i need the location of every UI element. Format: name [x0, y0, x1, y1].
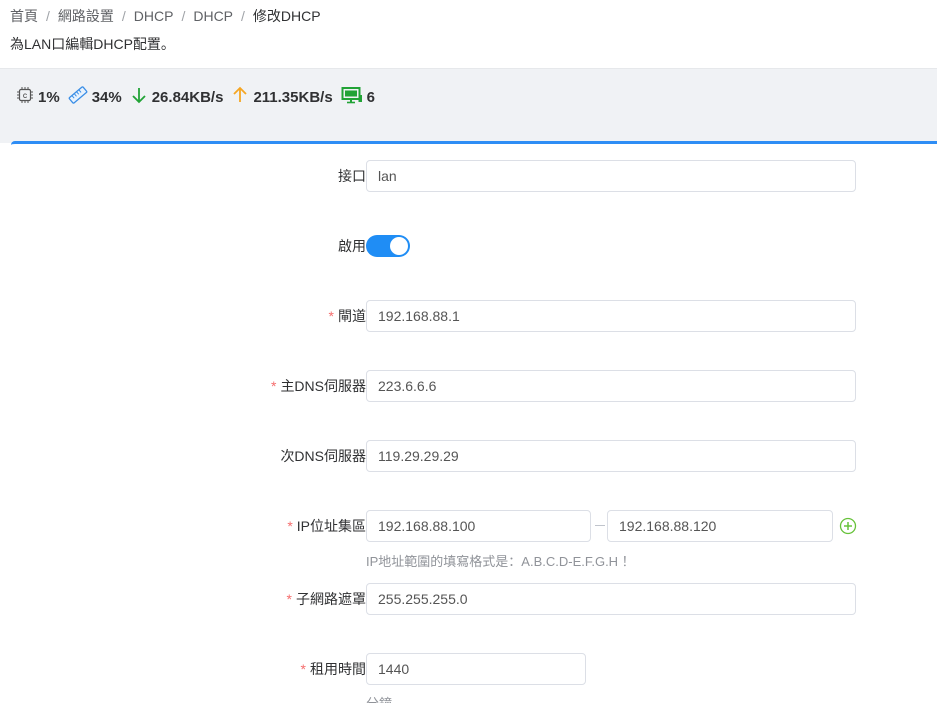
gateway-label: * 閘道 [328, 308, 366, 324]
subnet-mask-row: * 子網路遮罩 255.255.255.0 [11, 583, 937, 615]
arrow-down-icon [130, 86, 152, 108]
upload-stat: 211.35KB/s [231, 86, 333, 108]
devices-value: 6 [366, 88, 376, 106]
secondary-dns-label: 次DNS伺服器 [280, 448, 366, 464]
breadcrumb-separator: / [241, 8, 245, 24]
upload-value: 211.35KB/s [253, 88, 333, 106]
ip-pool-end-input[interactable]: 192.168.88.120 [607, 510, 833, 542]
ip-pool-row: * IP位址集區 192.168.88.100 192.168.88.120 IP… [11, 510, 937, 570]
page-description: 為LAN口編輯DHCP配置。 [10, 36, 175, 52]
enable-toggle[interactable] [366, 235, 410, 257]
gateway-row: * 閘道 192.168.88.1 [11, 300, 937, 332]
interface-label: 接口 [338, 168, 366, 184]
subnet-mask-label: * 子網路遮罩 [286, 591, 366, 607]
primary-dns-input[interactable]: 223.6.6.6 [366, 370, 856, 402]
breadcrumb-current: 修改DHCP [252, 8, 321, 24]
secondary-dns-input[interactable]: 119.29.29.29 [366, 440, 856, 472]
primary-dns-row: * 主DNS伺服器 223.6.6.6 [11, 370, 937, 402]
cpu-stat: C 1% [16, 86, 60, 108]
primary-dns-label: * 主DNS伺服器 [270, 378, 366, 394]
memory-stat: 34% [68, 85, 122, 109]
download-stat: 26.84KB/s [130, 86, 224, 108]
download-value: 26.84KB/s [151, 88, 224, 106]
breadcrumb-dhcp-list[interactable]: DHCP [193, 8, 233, 24]
breadcrumb: 首頁 / 網路設置 / DHCP / DHCP / 修改DHCP [10, 6, 321, 26]
ip-pool-label: * IP位址集區 [287, 518, 366, 534]
lease-time-input[interactable]: 1440 [366, 653, 586, 685]
breadcrumb-network-settings[interactable]: 網路設置 [58, 6, 114, 26]
ip-pool-hint: IP地址範圍的填寫格式是：A.B.C.D-E.F.G.H ！ [366, 554, 635, 569]
breadcrumb-separator: / [121, 8, 126, 24]
dhcp-form-card: 接口 lan 啟用 * 閘道 192.168.88.1 * 主DNS伺服器 223.… [11, 141, 937, 703]
breadcrumb-separator: / [46, 8, 50, 24]
breadcrumb-home[interactable]: 首頁 [10, 6, 38, 26]
monitor-icon [341, 86, 367, 108]
cpu-icon: C [16, 86, 38, 108]
breadcrumb-dhcp[interactable]: DHCP [134, 8, 174, 24]
ip-pool-start-input[interactable]: 192.168.88.100 [366, 510, 591, 542]
enable-label: 啟用 [338, 238, 366, 254]
memory-icon [68, 85, 92, 109]
subnet-mask-input[interactable]: 255.255.255.0 [366, 583, 856, 615]
devices-stat: 6 [341, 86, 375, 108]
arrow-up-icon [231, 86, 253, 108]
interface-row: 接口 lan [11, 160, 937, 192]
interface-field[interactable]: lan [366, 160, 856, 192]
lease-time-label: * 租用時間 [300, 661, 366, 677]
secondary-dns-row: 次DNS伺服器 119.29.29.29 [11, 440, 937, 472]
page-header: 首頁 / 網路設置 / DHCP / DHCP / 修改DHCP 為LAN口編輯… [0, 0, 937, 68]
toggle-knob [390, 237, 408, 255]
lease-time-row: *租用時間 1440 分鐘 [11, 653, 937, 703]
breadcrumb-separator: / [181, 8, 186, 24]
gateway-input[interactable]: 192.168.88.1 [366, 300, 856, 332]
enable-row: 啟用 [11, 230, 937, 262]
system-stats: C 1% 34% 26.84KB/s 211.35KB/s 6 [16, 85, 383, 109]
memory-value: 34% [91, 88, 122, 106]
svg-text:C: C [23, 94, 28, 100]
cpu-value: 1% [38, 88, 60, 106]
range-separator [595, 525, 605, 526]
plus-circle-icon[interactable] [839, 517, 857, 535]
lease-time-unit: 分鐘 [366, 693, 392, 703]
status-bar: C 1% 34% 26.84KB/s 211.35KB/s 6 [0, 68, 937, 143]
